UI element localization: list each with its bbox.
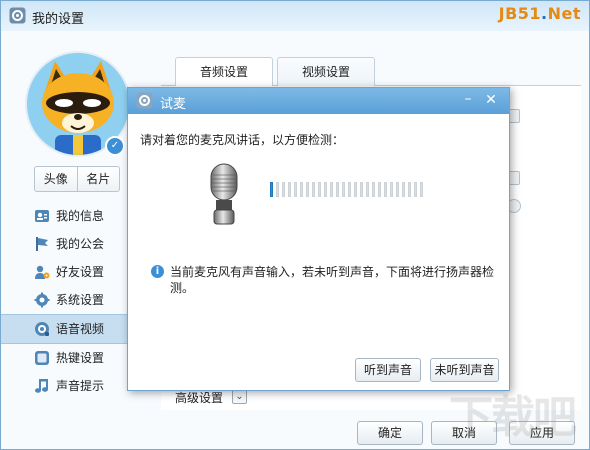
minimize-icon[interactable]: – <box>460 92 476 108</box>
meter-bar <box>312 182 315 197</box>
sidebar-item-hotkey-settings[interactable]: 热键设置 <box>1 344 133 372</box>
meter-bar <box>348 182 351 197</box>
meter-bar <box>330 182 333 197</box>
meter-bar <box>288 182 291 197</box>
heard-sound-button[interactable]: 听到声音 <box>355 358 421 382</box>
mic-level-meter <box>270 182 423 197</box>
advanced-settings-toggle[interactable]: ⌄ <box>232 389 247 404</box>
meter-bar <box>270 182 273 197</box>
meter-bar <box>372 182 375 197</box>
sidebar-item-sound-alerts[interactable]: 声音提示 <box>1 372 133 400</box>
meter-bar <box>294 182 297 197</box>
friend-settings-icon <box>35 265 50 279</box>
sidebar-item-label: 语音视频 <box>56 322 105 336</box>
info-message: 当前麦克风有声音输入，若未听到声音，下面将进行扬声器检测。 <box>170 265 495 295</box>
tab-video-settings[interactable]: 视频设置 <box>277 57 375 86</box>
microphone-icon <box>210 163 238 225</box>
sidebar-item-voice-video[interactable]: 语音视频 <box>1 314 133 344</box>
dialog-prompt: 请对着您的麦克风讲话，以方便检测： <box>140 133 345 147</box>
meter-bar <box>300 182 303 197</box>
sidebar-item-label: 好友设置 <box>56 265 105 279</box>
verified-badge-icon: ✓ <box>105 136 125 156</box>
meter-bar <box>378 182 381 197</box>
brand-logo: JB51.Net <box>499 4 581 23</box>
ok-button[interactable]: 确定 <box>357 421 423 445</box>
not-heard-sound-button[interactable]: 未听到声音 <box>430 358 499 382</box>
meter-bar <box>384 182 387 197</box>
settings-window: 我的设置 JB51.Net ✓ 头像 名片 我的信息 我的公会 好友设置 系统设… <box>0 0 590 450</box>
settings-tabs: 音频设置 视频设置 <box>175 57 375 86</box>
sidebar-item-label: 热键设置 <box>56 351 105 365</box>
brand-dot: . <box>541 4 548 23</box>
close-icon[interactable]: ✕ <box>483 92 499 108</box>
sidebar-item-label: 系统设置 <box>56 293 105 307</box>
brand-main: JB51 <box>498 4 542 23</box>
meter-bar <box>336 182 339 197</box>
sidebar-item-friend-settings[interactable]: 好友设置 <box>1 258 133 286</box>
dialog-title: 试麦 <box>160 97 187 112</box>
card-button[interactable]: 名片 <box>76 167 120 191</box>
watermark-glyph: 下载吧 <box>449 392 577 443</box>
gear-icon <box>34 292 50 308</box>
meter-bar <box>282 182 285 197</box>
meter-bar <box>360 182 363 197</box>
sidebar-nav: 我的信息 我的公会 好友设置 系统设置 语音视频 热键设置 声音提示 <box>1 202 133 400</box>
meter-bar <box>276 182 279 197</box>
meter-bar <box>408 182 411 197</box>
advanced-settings-label: 高级设置 <box>175 391 224 405</box>
meter-bar <box>396 182 399 197</box>
meter-bar <box>318 182 321 197</box>
voice-video-icon <box>35 322 49 336</box>
meter-bar <box>366 182 369 197</box>
settings-gear-icon <box>9 7 26 24</box>
flag-icon <box>36 237 48 251</box>
meter-bar <box>306 182 309 197</box>
tab-audio-settings[interactable]: 音频设置 <box>175 57 273 86</box>
meter-bar <box>324 182 327 197</box>
sidebar-item-label: 声音提示 <box>56 379 105 393</box>
window-title: 我的设置 <box>32 12 85 27</box>
meter-bar <box>390 182 393 197</box>
meter-bar <box>420 182 423 197</box>
sidebar-item-my-guild[interactable]: 我的公会 <box>1 230 133 258</box>
meter-bar <box>354 182 357 197</box>
user-card-icon <box>35 210 49 222</box>
sidebar-item-my-info[interactable]: 我的信息 <box>1 202 133 230</box>
sidebar-item-label: 我的公会 <box>56 237 105 251</box>
keyboard-icon <box>35 351 49 365</box>
mic-test-dialog: 试麦 – ✕ 请对着您的麦克风讲话，以方便检测： i 当前麦克风有声音输入，若未… <box>127 87 510 391</box>
info-icon: i <box>151 265 164 278</box>
brand-suffix: Net <box>547 4 581 23</box>
meter-bar <box>342 182 345 197</box>
window-titlebar[interactable]: 我的设置 JB51.Net <box>1 1 589 31</box>
meter-bar <box>414 182 417 197</box>
meter-bar <box>402 182 405 197</box>
music-note-icon <box>35 379 48 393</box>
avatar-button[interactable]: 头像 <box>35 167 77 191</box>
avatar-segment: 头像 名片 <box>34 166 120 192</box>
dialog-titlebar[interactable]: 试麦 – ✕ <box>128 88 509 114</box>
sidebar-item-system-settings[interactable]: 系统设置 <box>1 286 133 314</box>
sidebar-item-label: 我的信息 <box>56 209 105 223</box>
dialog-gear-icon <box>136 92 153 109</box>
